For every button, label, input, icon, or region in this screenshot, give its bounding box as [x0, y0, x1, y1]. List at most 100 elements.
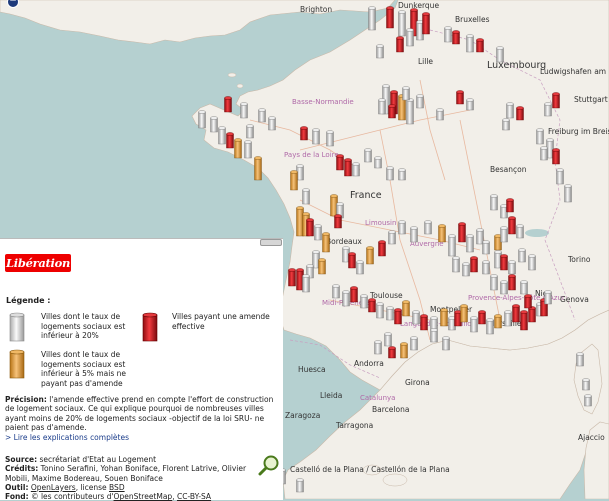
white-marker[interactable] — [364, 148, 372, 163]
white-marker[interactable] — [466, 34, 474, 53]
cc-by-sa-link[interactable]: CC-BY-SA — [177, 492, 211, 501]
red-marker[interactable] — [478, 310, 486, 325]
red-marker[interactable] — [422, 12, 430, 35]
white-marker[interactable] — [424, 220, 432, 235]
white-marker[interactable] — [470, 316, 478, 333]
red-marker[interactable] — [552, 148, 560, 165]
white-marker[interactable] — [302, 274, 310, 293]
white-marker[interactable] — [244, 140, 252, 159]
white-marker[interactable] — [540, 146, 548, 161]
openstreetmap-link[interactable]: OpenStreetMap — [114, 492, 173, 501]
white-marker[interactable] — [442, 336, 450, 351]
white-marker[interactable] — [556, 168, 564, 185]
red-marker[interactable] — [420, 314, 428, 331]
orange-marker[interactable] — [494, 314, 502, 329]
bsd-link[interactable]: BSD — [109, 483, 125, 492]
white-marker[interactable] — [490, 274, 498, 291]
white-marker[interactable] — [368, 6, 376, 31]
red-marker[interactable] — [508, 216, 516, 235]
red-marker[interactable] — [506, 198, 514, 213]
orange-marker[interactable] — [438, 224, 446, 243]
red-marker[interactable] — [388, 104, 396, 119]
red-marker[interactable] — [300, 126, 308, 141]
white-marker[interactable] — [564, 184, 572, 203]
white-marker[interactable] — [462, 262, 470, 277]
white-marker[interactable] — [466, 234, 474, 253]
white-marker[interactable] — [342, 290, 350, 307]
orange-marker[interactable] — [234, 138, 242, 159]
white-marker[interactable] — [544, 290, 552, 305]
white-marker[interactable] — [210, 116, 218, 133]
red-marker[interactable] — [458, 222, 466, 243]
red-marker[interactable] — [516, 106, 524, 121]
white-marker[interactable] — [528, 254, 536, 271]
white-marker[interactable] — [198, 110, 206, 129]
white-marker[interactable] — [520, 280, 528, 295]
orange-marker[interactable] — [440, 308, 448, 327]
red-marker[interactable] — [500, 254, 508, 271]
white-marker[interactable] — [500, 226, 508, 243]
white-marker[interactable] — [386, 166, 394, 181]
white-marker[interactable] — [496, 46, 504, 63]
orange-marker[interactable] — [402, 300, 410, 317]
orange-marker[interactable] — [400, 342, 408, 359]
white-marker[interactable] — [416, 94, 424, 109]
red-marker[interactable] — [336, 154, 344, 171]
white-marker[interactable] — [406, 28, 414, 47]
white-marker[interactable] — [268, 116, 276, 131]
white-marker[interactable] — [466, 98, 474, 111]
white-marker[interactable] — [500, 280, 508, 295]
red-marker[interactable] — [226, 132, 234, 149]
white-marker[interactable] — [374, 340, 382, 355]
white-marker[interactable] — [402, 86, 410, 101]
white-marker[interactable] — [360, 294, 368, 309]
white-marker[interactable] — [374, 156, 382, 169]
red-marker[interactable] — [368, 298, 376, 313]
orange-marker[interactable] — [322, 232, 330, 253]
white-marker[interactable] — [398, 168, 406, 181]
red-marker[interactable] — [348, 252, 356, 269]
white-marker[interactable] — [246, 124, 254, 139]
white-marker[interactable] — [312, 128, 320, 145]
white-marker[interactable] — [518, 248, 526, 263]
white-marker[interactable] — [376, 302, 384, 319]
white-marker[interactable] — [388, 230, 396, 245]
red-marker[interactable] — [224, 96, 232, 113]
white-marker[interactable] — [410, 226, 418, 243]
red-marker[interactable] — [388, 346, 396, 359]
white-marker[interactable] — [296, 478, 304, 493]
red-marker[interactable] — [470, 256, 478, 273]
red-marker[interactable] — [344, 158, 352, 177]
magnifier-icon[interactable] — [258, 454, 280, 476]
panel-resize-handle[interactable] — [260, 239, 282, 246]
red-marker[interactable] — [508, 274, 516, 291]
red-marker[interactable] — [524, 294, 532, 309]
white-marker[interactable] — [406, 98, 414, 125]
red-marker[interactable] — [456, 90, 464, 105]
red-marker[interactable] — [394, 308, 402, 325]
red-marker[interactable] — [288, 268, 296, 287]
white-marker[interactable] — [536, 128, 544, 145]
white-marker[interactable] — [544, 102, 552, 117]
white-marker[interactable] — [508, 260, 516, 275]
white-marker[interactable] — [352, 162, 360, 177]
white-marker[interactable] — [302, 188, 310, 205]
white-marker[interactable] — [448, 234, 456, 257]
orange-marker[interactable] — [460, 304, 468, 323]
white-marker[interactable] — [430, 316, 438, 331]
white-marker[interactable] — [452, 256, 460, 273]
white-marker[interactable] — [506, 102, 514, 119]
white-marker[interactable] — [482, 260, 490, 275]
orange-marker[interactable] — [254, 156, 262, 181]
openlayers-link[interactable]: OpenLayers — [31, 483, 76, 492]
white-marker[interactable] — [504, 310, 512, 327]
white-marker[interactable] — [436, 108, 444, 121]
red-marker[interactable] — [334, 214, 342, 229]
orange-marker[interactable] — [318, 258, 326, 275]
white-marker[interactable] — [218, 126, 226, 145]
red-marker[interactable] — [520, 310, 528, 331]
red-marker[interactable] — [476, 38, 484, 53]
red-marker[interactable] — [396, 36, 404, 53]
read-more-link[interactable]: > Lire les explications complètes — [5, 433, 129, 442]
white-marker[interactable] — [398, 10, 406, 37]
